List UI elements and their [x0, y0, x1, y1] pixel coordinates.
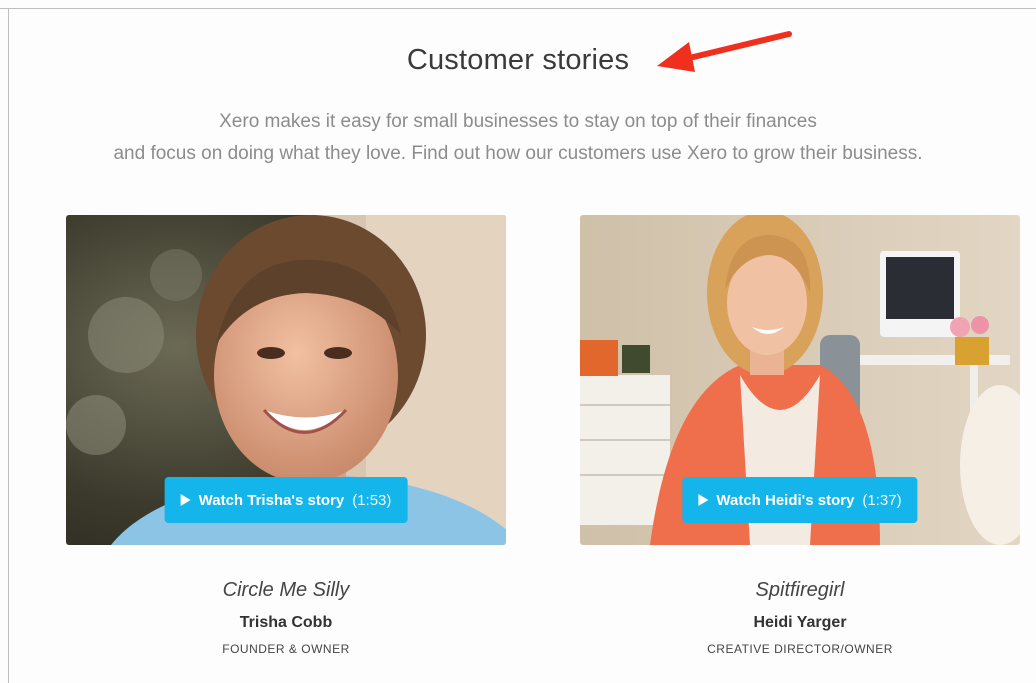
red-arrow-icon	[657, 31, 792, 72]
section-subtitle: Xero makes it easy for small businesses …	[0, 106, 1036, 170]
customer-name: Heidi Yarger	[753, 614, 847, 631]
subtitle-line-2: and focus on doing what they love. Find …	[113, 143, 923, 164]
video-duration: (1:37)	[862, 491, 902, 509]
section-title: Customer stories	[406, 44, 630, 76]
customer-role: CREATIVE DIRECTOR/OWNER	[707, 642, 893, 656]
story-card-trisha: Watch Trisha's story (1:53) Circle Me Si…	[66, 215, 506, 656]
watch-button-label: Watch Trisha's story	[198, 491, 345, 509]
story-video-thumbnail[interactable]: Watch Heidi's story (1:37)	[580, 215, 1020, 545]
company-name: Circle Me Silly	[222, 579, 350, 601]
customer-role: FOUNDER & OWNER	[222, 642, 350, 656]
watch-button-label: Watch Heidi's story	[716, 491, 855, 509]
story-card-heidi: Watch Heidi's story (1:37) Spitfiregirl …	[580, 215, 1020, 656]
frame-border-top	[0, 8, 1036, 9]
watch-story-button-trisha[interactable]: Watch Trisha's story (1:53)	[164, 477, 408, 523]
video-duration: (1:53)	[352, 491, 392, 509]
play-icon	[180, 494, 191, 506]
play-icon	[698, 494, 709, 506]
watch-story-button-heidi[interactable]: Watch Heidi's story (1:37)	[682, 477, 918, 523]
subtitle-line-1: Xero makes it easy for small businesses …	[219, 111, 817, 132]
customer-name: Trisha Cobb	[239, 614, 333, 631]
story-video-thumbnail[interactable]: Watch Trisha's story (1:53)	[66, 215, 506, 545]
customer-stories-page: Customer stories Xero makes it easy for …	[0, 0, 1036, 683]
company-name: Spitfiregirl	[755, 579, 845, 601]
